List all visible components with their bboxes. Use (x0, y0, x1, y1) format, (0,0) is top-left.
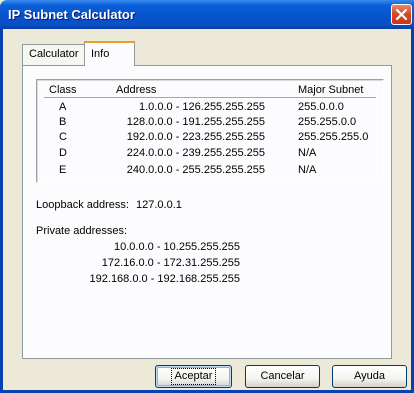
subnet-cell: 255.255.0.0 (298, 116, 357, 128)
column-header-major-subnet: Major Subnet (298, 84, 364, 96)
subnet-cell: 255.255.255.0 (298, 131, 369, 143)
loopback-label: Loopback address: (36, 199, 129, 211)
ok-button[interactable]: Aceptar (155, 365, 232, 388)
column-header-class: Class (49, 84, 77, 96)
subnet-cell: 255.0.0.0 (298, 101, 344, 113)
private-range: 10.0.0.0 - 10.255.255.255 (114, 241, 240, 253)
cancel-button-label: Cancelar (260, 370, 305, 382)
private-range: 192.168.0.0 - 192.168.255.255 (89, 273, 240, 285)
subnet-cell: N/A (298, 147, 317, 159)
tab-info[interactable]: Info (84, 41, 135, 66)
class-cell: B (59, 116, 67, 128)
tab-calculator[interactable]: Calculator (22, 44, 85, 65)
address-cell: 1.0.0.0 - 126.255.255.255 (139, 101, 265, 113)
window-title: IP Subnet Calculator (8, 7, 135, 22)
tab-calculator-label: Calculator (29, 48, 79, 60)
cancel-button[interactable]: Cancelar (245, 365, 320, 388)
subnet-cell: N/A (298, 164, 317, 176)
column-header-address: Address (116, 84, 157, 96)
help-button-label: Ayuda (354, 370, 385, 382)
ok-button-label: Aceptar (170, 368, 217, 385)
address-cell: 224.0.0.0 - 239.255.255.255 (126, 147, 265, 159)
private-range: 172.16.0.0 - 172.31.255.255 (101, 257, 240, 269)
address-cell: 192.0.0.0 - 223.255.255.255 (126, 131, 265, 143)
close-icon (396, 9, 407, 20)
header-separator (44, 97, 376, 98)
window-border-left (0, 29, 3, 393)
loopback-info: Loopback address: 127.0.0.1 (36, 199, 182, 211)
class-cell: D (59, 147, 67, 159)
class-cell: C (59, 131, 67, 143)
address-cell: 240.0.0.0 - 255.255.255.255 (126, 164, 265, 176)
dialog-window: IP Subnet Calculator Calculator Info Cla… (0, 0, 414, 393)
help-button[interactable]: Ayuda (332, 365, 407, 388)
title-bar[interactable]: IP Subnet Calculator (0, 0, 414, 29)
loopback-value: 127.0.0.1 (136, 199, 182, 211)
class-cell: E (59, 164, 67, 176)
address-cell: 128.0.0.0 - 191.255.255.255 (126, 116, 265, 128)
tab-info-label: Info (91, 48, 110, 60)
class-cell: A (59, 101, 67, 113)
close-button[interactable] (391, 4, 412, 25)
private-addresses-label: Private addresses: (36, 225, 128, 237)
